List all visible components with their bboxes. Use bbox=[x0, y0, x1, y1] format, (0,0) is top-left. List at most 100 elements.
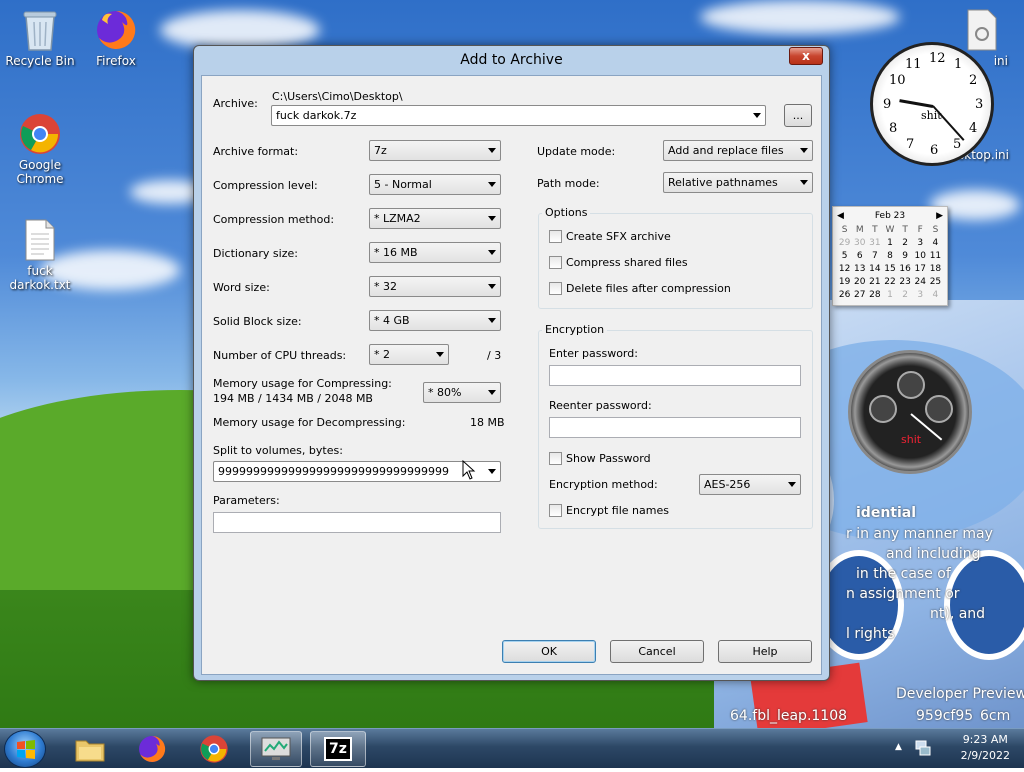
calendar-day[interactable]: 27 bbox=[852, 288, 867, 301]
calendar-day[interactable]: 3 bbox=[913, 288, 928, 301]
calendar-day[interactable]: 28 bbox=[867, 288, 882, 301]
firefox-icon bbox=[94, 8, 138, 52]
compression-level-select[interactable]: 5 - Normal bbox=[369, 174, 501, 195]
close-button[interactable]: x bbox=[789, 47, 823, 65]
desktop-icon-google-chrome[interactable]: Google Chrome bbox=[0, 112, 80, 186]
calendar-day[interactable]: 18 bbox=[928, 262, 943, 275]
sfx-checkbox[interactable]: Create SFX archive bbox=[549, 230, 671, 243]
calendar-day[interactable]: 2 bbox=[898, 236, 913, 249]
system-clock[interactable]: 9:23 AM 2/9/2022 bbox=[961, 732, 1010, 764]
cpu-threads-value: * 2 bbox=[374, 348, 390, 361]
archive-format-select[interactable]: 7z bbox=[369, 140, 501, 161]
calendar-day[interactable]: 5 bbox=[837, 249, 852, 262]
word-size-select[interactable]: * 32 bbox=[369, 276, 501, 297]
encryption-method-label: Encryption method: bbox=[549, 478, 658, 491]
chevron-down-icon bbox=[488, 148, 496, 153]
calendar-day[interactable]: 25 bbox=[928, 275, 943, 288]
calendar-day[interactable]: 24 bbox=[913, 275, 928, 288]
desktop-icon-recycle-bin[interactable]: Recycle Bin bbox=[0, 8, 80, 68]
password-input[interactable] bbox=[549, 365, 801, 386]
dictionary-size-select[interactable]: * 16 MB bbox=[369, 242, 501, 263]
calendar-day[interactable]: 13 bbox=[852, 262, 867, 275]
calendar-day[interactable]: 17 bbox=[913, 262, 928, 275]
calendar-grid: SMTWTFS 29 30 31 1 2 3 4 5 6 7 8 9 10 11 12 13 14 15 16 17 1… bbox=[837, 223, 943, 301]
path-mode-select[interactable]: Relative pathnames bbox=[663, 172, 813, 193]
dictionary-size-label: Dictionary size: bbox=[213, 247, 298, 260]
encryption-method-select[interactable]: AES-256 bbox=[699, 474, 801, 495]
start-button[interactable] bbox=[4, 730, 46, 768]
calendar-next-icon[interactable]: ▶ bbox=[936, 211, 943, 221]
calendar-day[interactable]: 2 bbox=[898, 288, 913, 301]
chrome-icon bbox=[18, 112, 62, 156]
memory-percent-select[interactable]: * 80% bbox=[423, 382, 501, 403]
calendar-day[interactable]: 26 bbox=[837, 288, 852, 301]
calendar-day[interactable]: 11 bbox=[928, 249, 943, 262]
clock-gadget[interactable]: 12 1 2 3 4 5 6 7 8 9 10 11 shit bbox=[870, 42, 994, 166]
show-password-checkbox[interactable]: Show Password bbox=[549, 452, 651, 465]
desktop-icon-firefox[interactable]: Firefox bbox=[76, 8, 156, 68]
calendar-day[interactable]: 20 bbox=[852, 275, 867, 288]
calendar-day[interactable]: 3 bbox=[913, 236, 928, 249]
calendar-day[interactable]: 16 bbox=[898, 262, 913, 275]
calendar-day[interactable]: 29 bbox=[837, 236, 852, 249]
shared-files-checkbox[interactable]: Compress shared files bbox=[549, 256, 688, 269]
cpu-threads-select[interactable]: * 2 bbox=[369, 344, 449, 365]
encrypt-names-checkbox[interactable]: Encrypt file names bbox=[549, 504, 669, 517]
calendar-day[interactable]: 4 bbox=[928, 236, 943, 249]
taskbar-7zip[interactable]: 7z bbox=[310, 731, 366, 767]
calendar-day[interactable]: 14 bbox=[867, 262, 882, 275]
calendar-prev-icon[interactable]: ◀ bbox=[837, 211, 844, 221]
calendar-day[interactable]: 15 bbox=[882, 262, 897, 275]
cancel-button[interactable]: Cancel bbox=[610, 640, 704, 663]
folder-icon bbox=[75, 740, 105, 762]
update-mode-select[interactable]: Add and replace files bbox=[663, 140, 813, 161]
calendar-day[interactable]: 21 bbox=[867, 275, 882, 288]
checkbox-box bbox=[549, 230, 562, 243]
help-button[interactable]: Help bbox=[718, 640, 812, 663]
chevron-down-icon bbox=[488, 284, 496, 289]
calendar-day[interactable]: 9 bbox=[898, 249, 913, 262]
calendar-day[interactable]: 4 bbox=[928, 288, 943, 301]
calendar-day[interactable]: 10 bbox=[913, 249, 928, 262]
stopwatch-gadget[interactable]: shit bbox=[848, 350, 972, 474]
desktop-icon-text-file[interactable]: fuck darkok.txt bbox=[0, 218, 80, 292]
calendar-gadget[interactable]: ◀ Feb 23 ▶ SMTWTFS 29 30 31 1 2 3 4 5 6 7 8 9 10 11 12… bbox=[832, 206, 948, 306]
taskbar-firefox[interactable] bbox=[128, 731, 176, 767]
archive-name-combo[interactable]: fuck darkok.7z bbox=[271, 105, 766, 126]
network-icon[interactable] bbox=[914, 739, 932, 757]
encryption-group-title: Encryption bbox=[542, 323, 608, 336]
calendar-day[interactable]: 1 bbox=[882, 236, 897, 249]
ini-file-icon bbox=[960, 8, 1004, 52]
calendar-day[interactable]: 7 bbox=[867, 249, 882, 262]
stopwatch-subdial bbox=[925, 395, 953, 423]
solid-block-select[interactable]: * 4 GB bbox=[369, 310, 501, 331]
solid-block-label: Solid Block size: bbox=[213, 315, 302, 328]
calendar-day[interactable]: 6 bbox=[852, 249, 867, 262]
clock-number: 5 bbox=[953, 137, 962, 152]
dialog-titlebar[interactable]: Add to Archive bbox=[194, 46, 829, 74]
calendar-day[interactable]: 30 bbox=[852, 236, 867, 249]
reenter-password-input[interactable] bbox=[549, 417, 801, 438]
compression-method-select[interactable]: * LZMA2 bbox=[369, 208, 501, 229]
show-hidden-icons-icon[interactable]: ▲ bbox=[895, 742, 902, 752]
split-volumes-combo[interactable]: 999999999999999999999999999999999 bbox=[213, 461, 501, 482]
taskbar-system-monitor[interactable] bbox=[250, 731, 302, 767]
calendar-day[interactable]: 19 bbox=[837, 275, 852, 288]
taskbar-chrome[interactable] bbox=[190, 731, 238, 767]
delete-after-checkbox[interactable]: Delete files after compression bbox=[549, 282, 731, 295]
desktop-icon-label: Recycle Bin bbox=[5, 54, 75, 68]
ok-button[interactable]: OK bbox=[502, 640, 596, 663]
calendar-day[interactable]: 22 bbox=[882, 275, 897, 288]
parameters-input[interactable] bbox=[213, 512, 501, 533]
browse-button[interactable]: ... bbox=[784, 104, 812, 127]
calendar-day[interactable]: 23 bbox=[898, 275, 913, 288]
calendar-day[interactable]: 31 bbox=[867, 236, 882, 249]
calendar-day[interactable]: 12 bbox=[837, 262, 852, 275]
solid-block-value: * 4 GB bbox=[374, 314, 410, 327]
calendar-day[interactable]: 1 bbox=[882, 288, 897, 301]
calendar-day[interactable]: 8 bbox=[882, 249, 897, 262]
taskbar-explorer[interactable] bbox=[66, 731, 114, 767]
overlay-text: idential bbox=[856, 505, 917, 521]
checkbox-box bbox=[549, 256, 562, 269]
calendar-weekday: W bbox=[885, 224, 895, 235]
